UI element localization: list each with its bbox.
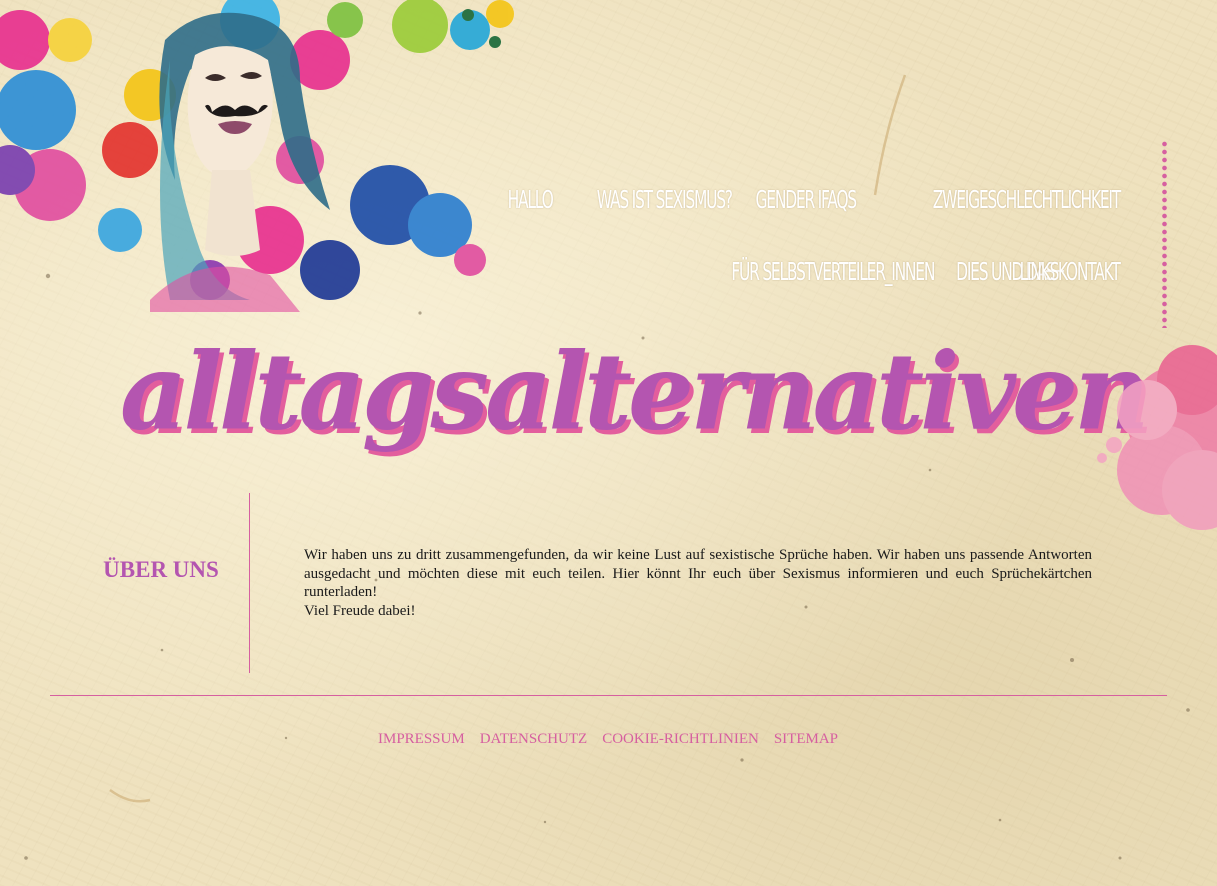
site-logo-title[interactable]: alltagsalternativen — [120, 329, 1150, 454]
about-heading: Über uns — [103, 557, 219, 582]
about-text: Wir haben uns zu dritt zusammengefunden,… — [304, 546, 1092, 620]
nav-row-primary: Hallo Was ist Sexismus? Gender IFAQs Zwe… — [380, 170, 1121, 228]
nav-row-secondary: Für Selbstverteiler_innen Dies und Das L… — [380, 242, 1121, 300]
nav-item-gender-ifaqs[interactable]: Gender IFAQs — [756, 185, 858, 214]
footer-divider — [50, 695, 1167, 696]
footer-link-cookie-richtlinien[interactable]: Cookie-Richtlinien — [602, 731, 759, 748]
section-divider-vertical — [249, 493, 250, 673]
about-paragraph: Wir haben uns zu dritt zusammengefunden,… — [304, 547, 1092, 600]
decorative-dotted-line — [1162, 140, 1167, 328]
footer-link-sitemap[interactable]: Sitemap — [774, 731, 838, 748]
main-navigation: Hallo Was ist Sexismus? Gender IFAQs Zwe… — [380, 170, 1121, 314]
nav-item-zweigeschlechtlichkeit[interactable]: Zweigeschlechtlichkeit — [933, 185, 1121, 214]
footer-links: Impressum Datenschutz Cookie-Richtlinien… — [0, 731, 1217, 748]
nav-item-links[interactable]: Links — [1020, 257, 1060, 286]
about-closing-line: Viel Freude dabei! — [304, 602, 416, 619]
nav-item-selbstverteiler[interactable]: Für Selbstverteiler_innen — [731, 257, 935, 286]
nav-item-was-ist-sexismus[interactable]: Was ist Sexismus? — [597, 185, 733, 214]
nav-item-kontakt[interactable]: Kontakt — [1058, 257, 1121, 286]
footer-link-impressum[interactable]: Impressum — [378, 731, 465, 748]
nav-item-hallo[interactable]: Hallo — [507, 185, 553, 214]
footer-link-datenschutz[interactable]: Datenschutz — [480, 731, 588, 748]
pink-watercolor-blot — [1097, 345, 1217, 530]
